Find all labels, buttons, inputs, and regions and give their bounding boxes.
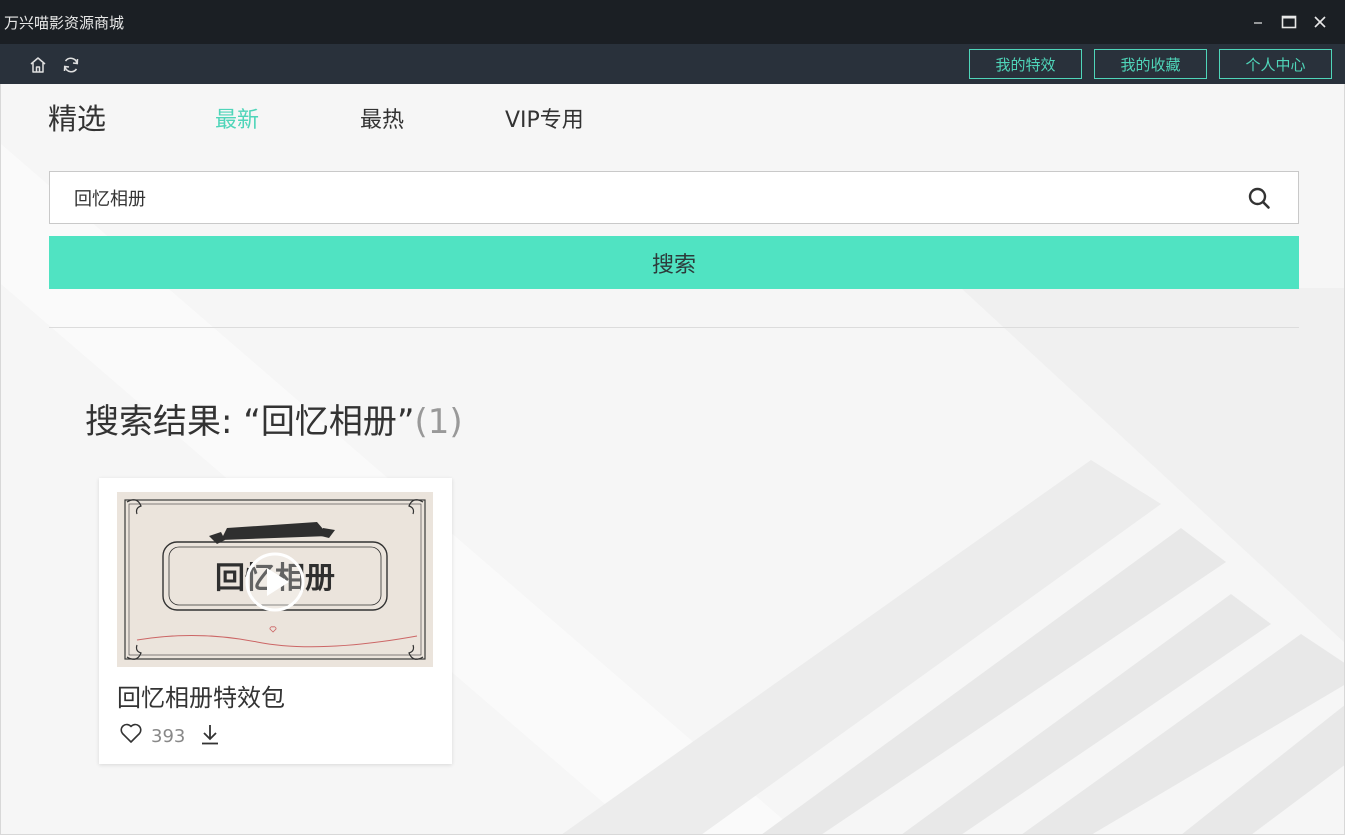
search-icon[interactable] [1246, 185, 1272, 211]
my-favorites-button[interactable]: 我的收藏 [1094, 49, 1207, 79]
heart-icon[interactable] [119, 722, 143, 744]
result-card[interactable]: 回忆相册 回忆相册特效包 393 [99, 478, 452, 764]
card-title[interactable]: 回忆相册特效包 [117, 678, 285, 713]
close-button[interactable] [1308, 10, 1332, 34]
toolbar: 我的特效 我的收藏 个人中心 [0, 44, 1345, 84]
home-icon[interactable] [27, 54, 49, 76]
card-thumbnail[interactable]: 回忆相册 [117, 492, 433, 667]
tab-vip[interactable]: VIP专用 [505, 102, 584, 134]
search-input[interactable] [74, 172, 1224, 223]
like-count: 393 [151, 726, 186, 747]
results-heading-text: 搜索结果: “回忆相册” [85, 402, 415, 442]
tab-newest[interactable]: 最新 [215, 102, 259, 134]
my-effects-button[interactable]: 我的特效 [969, 49, 1082, 79]
divider [49, 327, 1299, 328]
download-icon[interactable] [199, 722, 221, 746]
maximize-button[interactable] [1277, 10, 1301, 34]
nav-title: 精选 [48, 102, 107, 136]
minimize-button[interactable] [1246, 10, 1270, 34]
search-button[interactable]: 搜索 [49, 236, 1299, 289]
category-nav: 精选 最新 最热 VIP专用 [1, 84, 1344, 144]
tab-hottest[interactable]: 最热 [360, 102, 404, 134]
user-center-button[interactable]: 个人中心 [1219, 49, 1332, 79]
search-box [49, 171, 1299, 224]
app-title: 万兴喵影资源商城 [4, 14, 125, 32]
title-bar: 万兴喵影资源商城 [0, 0, 1345, 44]
main-content: 精选 最新 最热 VIP专用 搜索 搜索结果: “回忆相册”(1) 回忆相册 [0, 84, 1345, 835]
results-heading: 搜索结果: “回忆相册”(1) [85, 394, 463, 443]
results-count: (1) [414, 402, 463, 442]
refresh-icon[interactable] [60, 54, 82, 76]
